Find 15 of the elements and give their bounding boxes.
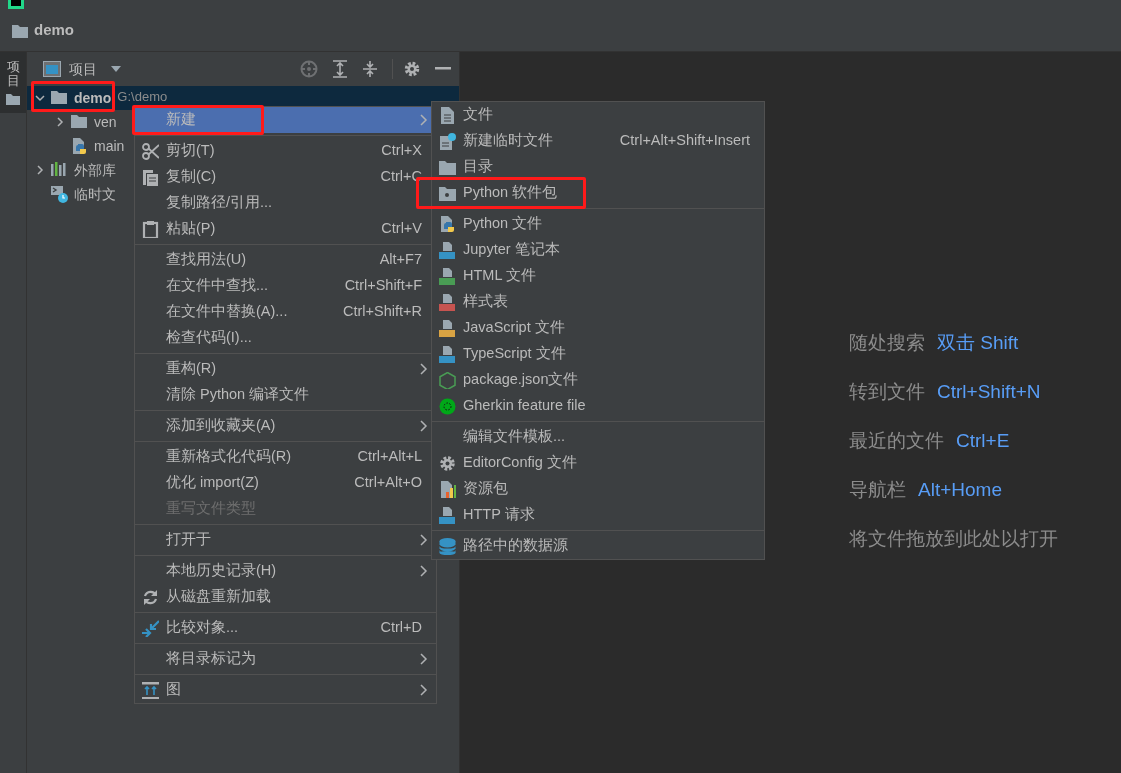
- tree-item-label: 临时文: [74, 184, 116, 204]
- hint-shortcut: Ctrl+E: [956, 429, 1010, 454]
- hint-shortcut: Ctrl+Shift+N: [937, 380, 1041, 405]
- hint-shortcut: Alt+Home: [918, 478, 1002, 503]
- hint-label: 最近的文件: [849, 429, 944, 454]
- hint-shortcut: 双击 Shift: [937, 331, 1019, 356]
- hint-label: 随处搜索: [849, 331, 925, 356]
- path-hint: G:\demo: [117, 89, 168, 104]
- tree-item-label: ven: [94, 112, 117, 132]
- tree-item-label: main: [94, 136, 125, 156]
- tree-item-label: 外部库: [74, 160, 116, 180]
- hint-label: 将文件拖放到此处以打开: [849, 527, 1058, 552]
- hint-label: 转到文件: [849, 380, 925, 405]
- hint-label: 导航栏: [849, 478, 906, 503]
- tree-item-label: demo: [74, 88, 112, 108]
